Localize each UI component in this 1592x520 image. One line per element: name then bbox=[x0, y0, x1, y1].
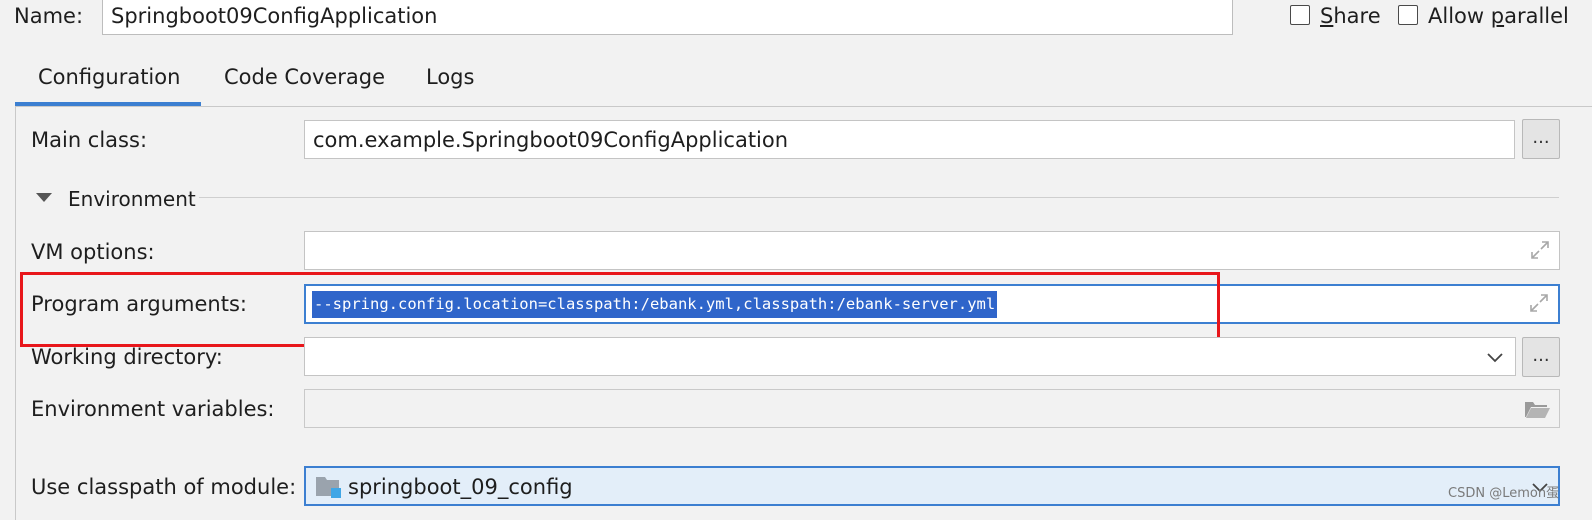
tab-code-coverage[interactable]: Code Coverage bbox=[224, 64, 385, 90]
main-class-browse-button[interactable]: ... bbox=[1522, 119, 1560, 159]
share-checkbox[interactable] bbox=[1290, 5, 1310, 25]
highlight-box bbox=[20, 272, 1220, 347]
watermark: CSDN @Lemon蛋 bbox=[1448, 486, 1560, 501]
triangle-down-icon[interactable] bbox=[36, 193, 52, 202]
working-directory-label: Working directory: bbox=[31, 345, 223, 369]
folder-icon[interactable] bbox=[1523, 398, 1551, 420]
classpath-module-select[interactable]: springboot_09_config bbox=[304, 466, 1560, 506]
environment-variables-input[interactable] bbox=[304, 389, 1560, 428]
expand-icon[interactable] bbox=[1528, 292, 1550, 314]
environment-section-label[interactable]: Environment bbox=[68, 186, 196, 212]
allow-parallel-label[interactable]: Allow parallel bbox=[1428, 3, 1569, 29]
allow-parallel-checkbox[interactable] bbox=[1398, 5, 1418, 25]
name-input[interactable]: Springboot09ConfigApplication bbox=[102, 0, 1233, 35]
tab-configuration[interactable]: Configuration bbox=[38, 64, 180, 90]
environment-divider bbox=[199, 197, 1559, 198]
main-class-input[interactable]: com.example.Springboot09ConfigApplicatio… bbox=[304, 120, 1515, 159]
chevron-down-icon[interactable] bbox=[1485, 350, 1505, 364]
working-directory-browse-button[interactable]: ... bbox=[1522, 337, 1560, 377]
vm-options-label: VM options: bbox=[31, 240, 155, 264]
environment-variables-label: Environment variables: bbox=[31, 397, 275, 421]
vm-options-input[interactable] bbox=[304, 231, 1560, 270]
tab-logs[interactable]: Logs bbox=[426, 64, 474, 90]
classpath-module-label: Use classpath of module: bbox=[31, 475, 297, 499]
name-label: Name: bbox=[14, 4, 84, 28]
share-label[interactable]: Share bbox=[1320, 3, 1381, 29]
classpath-module-value: springboot_09_config bbox=[348, 475, 573, 499]
main-class-label: Main class: bbox=[31, 128, 148, 152]
working-directory-input[interactable] bbox=[304, 337, 1516, 376]
name-input-value: Springboot09ConfigApplication bbox=[111, 4, 438, 28]
main-class-value: com.example.Springboot09ConfigApplicatio… bbox=[313, 128, 789, 152]
module-icon bbox=[316, 477, 341, 498]
expand-icon[interactable] bbox=[1529, 239, 1551, 261]
